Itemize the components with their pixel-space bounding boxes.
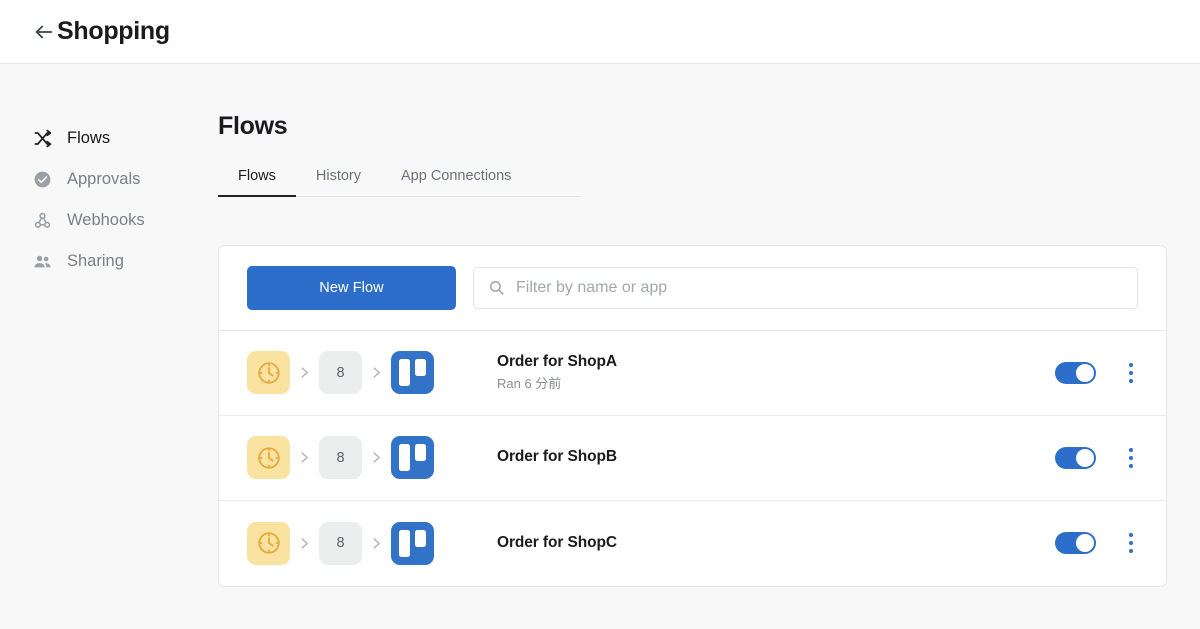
- tab-flows[interactable]: Flows: [218, 169, 296, 197]
- trigger-app-tile: [247, 436, 290, 479]
- page-title-shopping: Shopping: [57, 17, 170, 45]
- clock-icon: [257, 532, 280, 554]
- flow-name: Order for ShopA: [497, 352, 617, 370]
- webhook-icon: [34, 212, 51, 228]
- flow-menu-button[interactable]: [1120, 446, 1142, 470]
- filter-search-box[interactable]: [473, 266, 1138, 309]
- flow-app-chain: 8: [247, 351, 434, 394]
- sidebar-item-flows[interactable]: Flows: [0, 118, 218, 159]
- action-app-tile: [391, 436, 434, 479]
- toggle-knob: [1076, 534, 1094, 552]
- kebab-menu-icon: [1129, 370, 1133, 375]
- flows-toolbar: New Flow: [219, 246, 1166, 331]
- clock-icon: [257, 446, 280, 469]
- chevron-right-icon: [301, 367, 308, 378]
- flow-row-actions: [1055, 361, 1142, 385]
- kebab-menu-icon: [1129, 549, 1133, 553]
- flow-enabled-toggle[interactable]: [1055, 532, 1096, 554]
- flow-name: Order for ShopB: [497, 448, 617, 466]
- sidebar-item-label: Approvals: [67, 170, 141, 189]
- sidebar-item-label: Sharing: [67, 252, 124, 271]
- kebab-menu-icon: [1129, 533, 1133, 537]
- flow-row[interactable]: 8 Order for ShopB: [219, 416, 1166, 501]
- flow-row-actions: [1055, 446, 1142, 470]
- flow-info: Order for ShopC: [434, 533, 1055, 554]
- chevron-right-icon: [373, 537, 380, 549]
- arrow-left-icon[interactable]: [33, 21, 55, 43]
- flow-status: Ran 6 分前: [497, 375, 562, 391]
- chevron-right-icon: [301, 452, 308, 463]
- body-wrapper: Flows Approvals Webhooks Sharing Flows F…: [0, 64, 1200, 629]
- trigger-app-tile: [247, 351, 290, 394]
- step-count-badge: 8: [319, 436, 362, 479]
- flow-menu-button[interactable]: [1120, 531, 1142, 555]
- kebab-menu-icon: [1129, 541, 1133, 545]
- sidebar-item-approvals[interactable]: Approvals: [0, 159, 218, 200]
- action-app-tile: [391, 521, 434, 565]
- flow-enabled-toggle[interactable]: [1055, 361, 1096, 384]
- clock-icon: [257, 361, 280, 384]
- kebab-menu-icon: [1129, 463, 1133, 468]
- sidebar-item-label: Webhooks: [67, 211, 145, 230]
- tab-app-connections[interactable]: App Connections: [381, 169, 531, 197]
- kebab-menu-icon: [1129, 447, 1133, 452]
- search-icon: [490, 281, 504, 295]
- toggle-knob: [1076, 363, 1094, 382]
- flow-enabled-toggle[interactable]: [1055, 446, 1096, 469]
- flow-row-actions: [1055, 531, 1142, 555]
- flow-info: Order for ShopA Ran 6 分前: [434, 352, 1055, 393]
- sidebar-item-webhooks[interactable]: Webhooks: [0, 200, 218, 241]
- chevron-right-icon: [301, 537, 308, 549]
- chevron-right-icon: [373, 367, 380, 378]
- tabstrip: Flows History App Connections: [218, 169, 580, 197]
- trello-icon: [399, 529, 410, 557]
- new-flow-button[interactable]: New Flow: [247, 265, 456, 310]
- step-count-badge: 8: [319, 351, 362, 394]
- trigger-app-tile: [247, 521, 290, 565]
- flow-info: Order for ShopB: [434, 447, 1055, 468]
- trello-icon-secondary: [415, 359, 426, 376]
- sidebar-item-label: Flows: [67, 129, 111, 148]
- flow-row[interactable]: 8 Order for ShopA Ran 6 分前: [219, 331, 1166, 416]
- action-app-tile: [391, 351, 434, 394]
- kebab-menu-icon: [1129, 378, 1133, 383]
- step-count-badge: 8: [319, 521, 362, 565]
- search-input[interactable]: [516, 278, 1123, 297]
- kebab-menu-icon: [1129, 455, 1133, 460]
- people-icon: [34, 255, 51, 268]
- sidebar-item-sharing[interactable]: Sharing: [0, 241, 218, 282]
- toggle-knob: [1076, 448, 1094, 467]
- flow-row[interactable]: 8 Order for ShopC: [219, 501, 1166, 586]
- trello-icon: [399, 359, 410, 386]
- kebab-menu-icon: [1129, 362, 1133, 367]
- chevron-right-icon: [373, 452, 380, 463]
- flows-card: New Flow Filter by name or app 8 Order f…: [218, 244, 1167, 587]
- flow-name: Order for ShopC: [497, 533, 617, 551]
- trello-icon-secondary: [415, 444, 426, 461]
- main-content: Flows Flows History App Connections New …: [218, 64, 1200, 587]
- flow-menu-button[interactable]: [1120, 361, 1142, 385]
- flow-app-chain: 8: [247, 436, 434, 479]
- tab-history[interactable]: History: [296, 169, 381, 197]
- flow-app-chain: 8: [247, 521, 434, 565]
- shuffle-icon: [34, 129, 52, 148]
- trello-icon-secondary: [415, 529, 426, 547]
- flows-page-heading: Flows: [218, 112, 288, 140]
- trello-icon: [399, 444, 410, 471]
- check-circle-icon: [34, 171, 51, 188]
- app-header: Shopping: [0, 0, 1200, 64]
- sidebar: Flows Approvals Webhooks Sharing: [0, 64, 218, 282]
